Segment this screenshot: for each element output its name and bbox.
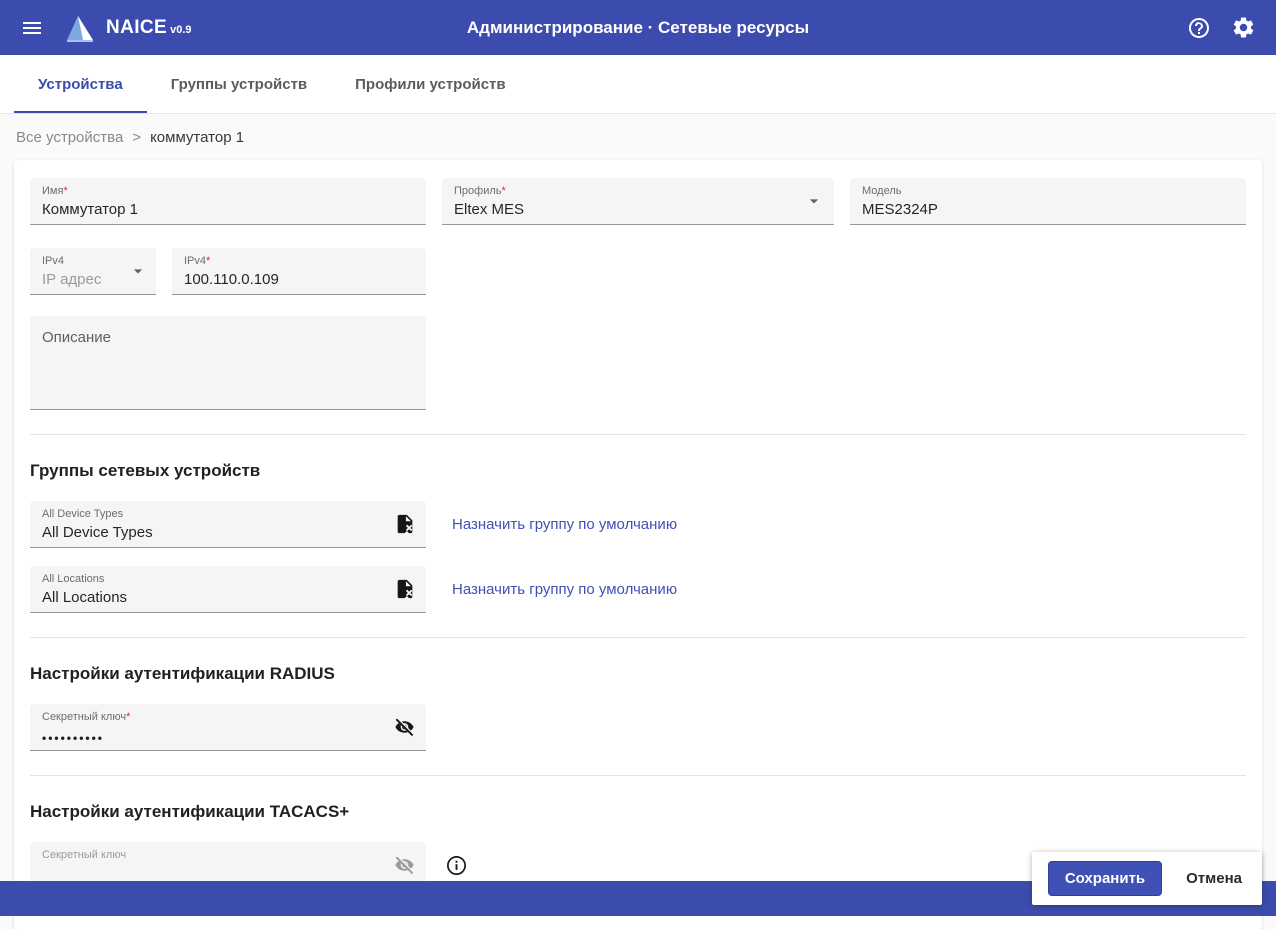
file-remove-icon bbox=[394, 578, 416, 600]
section-divider bbox=[30, 775, 1246, 776]
save-button[interactable]: Сохранить bbox=[1048, 861, 1162, 896]
tacacs-section-title: Настройки аутентификации TACACS+ bbox=[30, 802, 1246, 822]
tacacs-secret-label: Секретный ключ bbox=[42, 849, 414, 862]
page-title: Администрирование · Сетевые ресурсы bbox=[467, 18, 809, 38]
breadcrumb-current: коммутатор 1 bbox=[150, 129, 244, 146]
name-field[interactable]: Имя* Коммутатор 1 bbox=[30, 178, 426, 225]
help-button[interactable] bbox=[1183, 12, 1215, 44]
ipv4-label: IPv4* bbox=[184, 255, 414, 268]
assign-default-group-link[interactable]: Назначить группу по умолчанию bbox=[452, 581, 677, 598]
radius-secret-field[interactable]: Секретный ключ* •••••••••• bbox=[30, 704, 426, 751]
radius-section-title: Настройки аутентификации RADIUS bbox=[30, 664, 1246, 684]
assign-default-group-link[interactable]: Назначить группу по умолчанию bbox=[452, 516, 677, 533]
device-type-group-field[interactable]: All Device Types All Device Types bbox=[30, 501, 426, 548]
profile-value: Eltex MES bbox=[454, 201, 822, 218]
ip-type-select[interactable]: IPv4 IP адрес bbox=[30, 248, 156, 295]
brand-text: NAICE bbox=[106, 17, 167, 38]
ipv4-value: 100.110.0.109 bbox=[184, 271, 414, 288]
eye-off-icon bbox=[393, 854, 416, 877]
device-groups-section-title: Группы сетевых устройств bbox=[30, 461, 1246, 481]
toggle-radius-secret-visibility-button[interactable] bbox=[391, 714, 418, 741]
file-remove-icon bbox=[394, 513, 416, 535]
tab-device-groups[interactable]: Группы устройств bbox=[147, 55, 331, 113]
location-group-label: All Locations bbox=[42, 573, 414, 586]
tab-bar: Устройства Группы устройств Профили устр… bbox=[0, 55, 1276, 114]
tacacs-info-button[interactable] bbox=[445, 854, 468, 877]
ipv4-field[interactable]: IPv4* 100.110.0.109 bbox=[172, 248, 426, 295]
settings-button[interactable] bbox=[1227, 11, 1260, 44]
radius-secret-label: Секретный ключ* bbox=[42, 711, 414, 724]
device-type-group-label: All Device Types bbox=[42, 508, 414, 521]
info-icon bbox=[445, 854, 468, 877]
gear-icon bbox=[1231, 15, 1256, 40]
device-form-card: Имя* Коммутатор 1 Профиль* Eltex MES Мод… bbox=[14, 160, 1262, 929]
eye-off-icon bbox=[393, 716, 416, 739]
set-default-group-button[interactable] bbox=[392, 511, 418, 537]
chevron-down-icon bbox=[804, 191, 824, 216]
tab-devices[interactable]: Устройства bbox=[14, 55, 147, 113]
toggle-tacacs-secret-visibility-button[interactable] bbox=[391, 852, 418, 879]
required-asterisk: * bbox=[206, 255, 210, 267]
help-icon bbox=[1187, 16, 1211, 40]
version-text: v0.9 bbox=[170, 24, 191, 36]
section-divider bbox=[30, 637, 1246, 638]
breadcrumb: Все устройства > коммутатор 1 bbox=[0, 114, 1276, 160]
description-textarea[interactable] bbox=[30, 316, 426, 410]
model-label: Модель bbox=[862, 185, 1234, 198]
form-action-bar: Сохранить Отмена bbox=[1032, 852, 1262, 905]
name-label: Имя* bbox=[42, 185, 414, 198]
breadcrumb-root-link[interactable]: Все устройства bbox=[16, 129, 123, 146]
model-field[interactable]: Модель MES2324P bbox=[850, 178, 1246, 225]
menu-button[interactable] bbox=[16, 12, 48, 44]
profile-label: Профиль* bbox=[454, 185, 822, 198]
menu-icon bbox=[20, 16, 44, 40]
profile-select[interactable]: Профиль* Eltex MES bbox=[442, 178, 834, 225]
location-group-field[interactable]: All Locations All Locations bbox=[30, 566, 426, 613]
required-asterisk: * bbox=[502, 185, 506, 197]
app-logo bbox=[64, 13, 96, 43]
name-value: Коммутатор 1 bbox=[42, 201, 414, 218]
required-asterisk: * bbox=[63, 185, 67, 197]
tab-device-profiles[interactable]: Профили устройств bbox=[331, 55, 529, 113]
required-asterisk: * bbox=[126, 711, 130, 723]
section-divider bbox=[30, 434, 1246, 435]
model-value: MES2324P bbox=[862, 201, 1234, 218]
set-default-group-button[interactable] bbox=[392, 576, 418, 602]
app-bar: NAICEv0.9 Администрирование · Сетевые ре… bbox=[0, 0, 1276, 55]
breadcrumb-separator: > bbox=[132, 129, 141, 146]
cancel-button[interactable]: Отмена bbox=[1182, 864, 1246, 893]
location-group-value: All Locations bbox=[42, 589, 414, 606]
device-type-group-value: All Device Types bbox=[42, 524, 414, 541]
chevron-down-icon bbox=[128, 261, 148, 286]
radius-secret-value: •••••••••• bbox=[42, 731, 414, 745]
